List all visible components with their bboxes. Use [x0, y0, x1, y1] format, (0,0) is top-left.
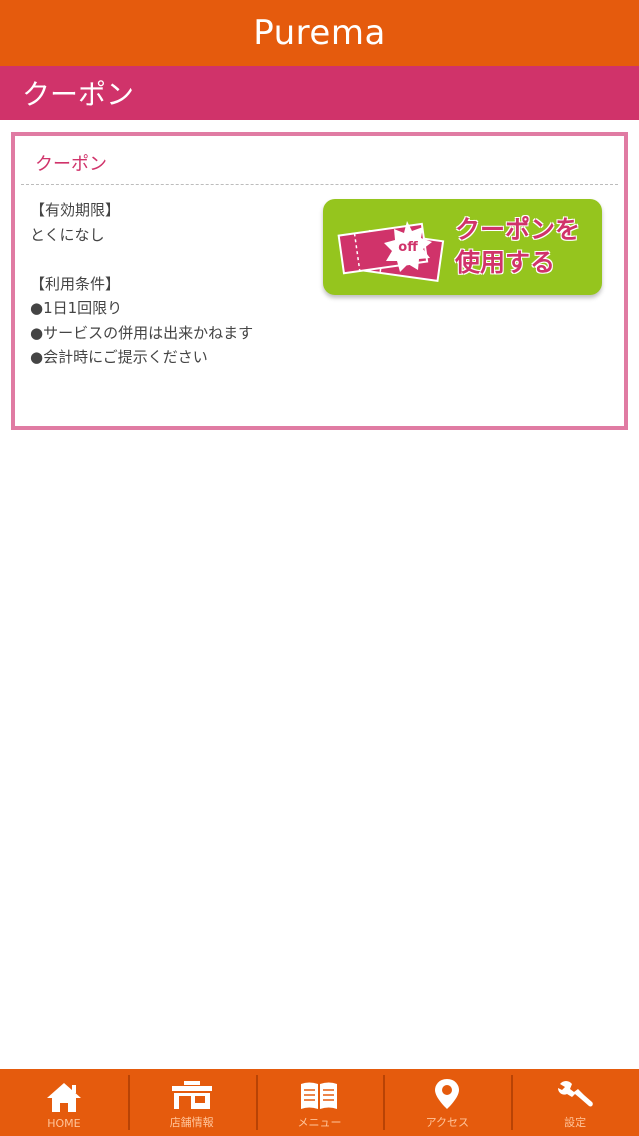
bottom-tab-bar: HOME 店舗情報 メニュー アクセス 設定 [0, 1069, 639, 1136]
terms-item: ●1日1回限り [30, 299, 123, 317]
app-title: Purema [253, 13, 386, 53]
terms-item: ●会計時にご提示ください [30, 348, 208, 366]
use-coupon-label: クーポンを 使用する [455, 215, 581, 277]
tab-shop-info[interactable]: 店舗情報 [127, 1069, 256, 1136]
expiry-value: とくになし [30, 225, 105, 244]
shop-icon [171, 1081, 212, 1109]
coupon-title: クーポン [35, 154, 107, 175]
tab-label: メニュー [297, 1116, 342, 1129]
tab-label: HOME [47, 1117, 81, 1130]
menu-book-icon [301, 1082, 338, 1109]
expiry-label: 【有効期限】 [30, 201, 121, 219]
tab-menu[interactable]: メニュー [255, 1069, 384, 1136]
coupon-ticket-icon: off [337, 221, 445, 283]
off-badge-text: off [398, 240, 418, 255]
home-icon [46, 1083, 81, 1112]
wrench-icon [558, 1081, 593, 1107]
tab-access[interactable]: アクセス [383, 1069, 511, 1136]
terms-label: 【利用条件】 [30, 274, 121, 293]
coupon-card: クーポン 【有効期限】 とくになし 【利用条件】 ●1日1回限り ●サービスの併… [11, 132, 628, 430]
coupon-info: 【有効期限】 とくになし 【利用条件】 ●1日1回限り ●サービスの併用は出来か… [30, 198, 253, 370]
coupon-divider [21, 184, 618, 185]
terms-item: ●サービスの併用は出来かねます [30, 323, 254, 342]
section-title-bar: クーポン [0, 66, 639, 120]
app-header: Purema [0, 0, 639, 66]
tab-label: 設定 [564, 1116, 587, 1129]
use-coupon-button[interactable]: off クーポンを 使用する [323, 199, 602, 295]
map-pin-icon [435, 1079, 460, 1109]
tab-label: アクセス [425, 1116, 470, 1129]
tab-home[interactable]: HOME [0, 1069, 128, 1136]
section-title: クーポン [22, 78, 135, 111]
tab-settings[interactable]: 設定 [511, 1069, 639, 1136]
tab-label: 店舗情報 [169, 1116, 214, 1129]
